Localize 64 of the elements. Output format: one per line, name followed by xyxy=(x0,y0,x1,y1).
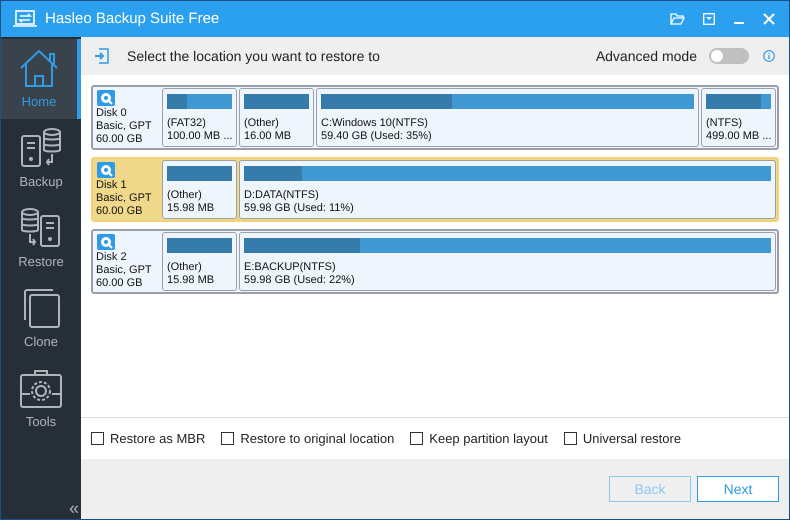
partition-label: (Other) xyxy=(167,189,203,202)
disk-row[interactable]: Disk 2 Basic, GPT 60.00 GB (Other) 15.98 MB E:BACKUP(NTFS) 59.98 GB (Used: 22%) xyxy=(91,229,779,294)
partition-detail: 15.98 MB xyxy=(167,274,216,287)
disk-name: Disk 1 xyxy=(96,179,128,192)
partition-label: (FAT32) xyxy=(167,117,207,130)
partition-card[interactable]: (Other) 15.98 MB xyxy=(162,232,237,291)
disk-size: 60.00 GB xyxy=(96,205,144,218)
checkbox-label: Keep partition layout xyxy=(429,430,548,448)
partition-label: (Other) xyxy=(244,117,280,130)
sidebar-label: Clone xyxy=(24,333,58,352)
app-logo-icon xyxy=(13,10,37,28)
partition-detail: 59.98 GB (Used: 22%) xyxy=(244,274,356,287)
checkbox[interactable] xyxy=(221,432,234,445)
checkbox-label: Universal restore xyxy=(582,430,682,448)
window-title: Hasleo Backup Suite Free xyxy=(45,8,220,29)
dropdown-menu-icon[interactable] xyxy=(703,13,715,25)
checkbox[interactable] xyxy=(410,432,424,445)
disk-row[interactable]: Disk 1 Basic, GPT 60.00 GB (Other) 15.98 MB D:DATA(NTFS) 59.98 GB (Used: 11%) xyxy=(91,157,779,222)
partition-detail: 499.00 MB ... xyxy=(706,130,771,143)
sidebar-item[interactable]: Tools xyxy=(1,359,81,439)
instruction-text: Select the location you want to restore to xyxy=(127,46,380,66)
disk-row[interactable]: Disk 0 Basic, GPT 60.00 GB (FAT32) 100.00 MB ... (Other) 16.00 MB C:Windows 10(NTFS) 59.40 GB (Used: 35%) (NTFS) 499.00 MB ... xyxy=(91,85,779,150)
disk-type: Basic, GPT xyxy=(96,192,153,205)
partition-card[interactable]: (Other) 16.00 MB xyxy=(239,88,314,147)
sidebar-item[interactable]: Clone xyxy=(1,279,81,359)
partition-label: C:Windows 10(NTFS) xyxy=(321,117,429,130)
disk-type: Basic, GPT xyxy=(96,120,153,133)
partition-detail: 100.00 MB ... xyxy=(167,130,232,143)
partition-label: E:BACKUP(NTFS) xyxy=(244,261,337,274)
info-icon[interactable] xyxy=(763,50,775,62)
checkbox[interactable] xyxy=(564,432,577,445)
sidebar-label: Restore xyxy=(18,253,64,272)
partition-detail: 16.00 MB xyxy=(244,130,292,143)
partition-label: (NTFS) xyxy=(706,117,744,130)
checkbox-label: Restore as MBR xyxy=(110,430,206,448)
partition-card[interactable]: E:BACKUP(NTFS) 59.98 GB (Used: 22%) xyxy=(239,232,776,291)
partition-label: (Other) xyxy=(167,261,203,274)
partition-card[interactable]: (FAT32) 100.00 MB ... xyxy=(162,88,237,147)
partition-card[interactable]: (NTFS) 499.00 MB ... xyxy=(701,88,776,147)
disk-type: Basic, GPT xyxy=(96,264,153,277)
disk-size: 60.00 GB xyxy=(96,133,144,146)
folder-icon[interactable] xyxy=(670,13,685,25)
sidebar-item[interactable]: Restore xyxy=(1,199,81,279)
disk-name: Disk 2 xyxy=(96,251,128,264)
sidebar-item[interactable]: Backup xyxy=(1,119,81,199)
advanced-mode-label: Advanced mode xyxy=(596,46,697,66)
partition-card[interactable]: D:DATA(NTFS) 59.98 GB (Used: 11%) xyxy=(239,160,776,219)
advanced-mode-toggle[interactable] xyxy=(709,48,749,64)
checkbox-label: Restore to original location xyxy=(240,430,394,448)
partition-card[interactable]: C:Windows 10(NTFS) 59.40 GB (Used: 35%) xyxy=(316,88,699,147)
restore-arrow-icon xyxy=(95,48,109,64)
disk-size: 60.00 GB xyxy=(96,277,144,290)
sidebar-label: Tools xyxy=(26,413,56,432)
partition-detail: 59.40 GB (Used: 35%) xyxy=(321,130,433,143)
partition-detail: 59.98 GB (Used: 11%) xyxy=(244,202,355,215)
checkbox[interactable] xyxy=(91,432,104,445)
partition-detail: 15.98 MB xyxy=(167,202,216,215)
partition-card[interactable]: (Other) 15.98 MB xyxy=(162,160,237,219)
collapse-button[interactable]: « xyxy=(68,499,79,517)
sidebar-label: Backup xyxy=(19,173,63,192)
partition-label: D:DATA(NTFS) xyxy=(244,189,320,202)
sidebar-label: Home xyxy=(22,93,56,112)
disk-name: Disk 0 xyxy=(96,107,128,120)
close-icon[interactable] xyxy=(763,13,775,25)
